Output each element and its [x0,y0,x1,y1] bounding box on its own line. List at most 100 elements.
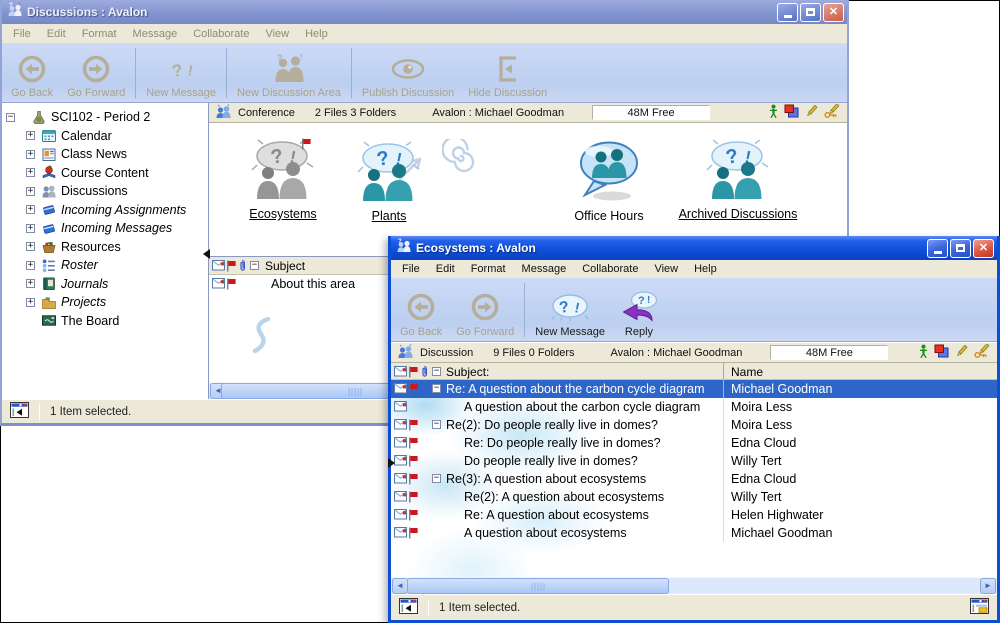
toolbar-button-publish-discussion[interactable]: Publish Discussion [355,44,461,102]
edit-permission-icon[interactable] [955,344,968,361]
info-kind: Discussion [420,347,473,359]
menu-file[interactable]: File [394,261,428,277]
collapse-all-box[interactable]: − [432,367,441,376]
tree-item-projects[interactable]: +Projects [2,293,208,312]
close-button[interactable]: ✕ [823,3,844,22]
tree-item-class-news[interactable]: +Class News [2,145,208,164]
message-row[interactable]: A question about the carbon cycle diagra… [391,398,997,416]
minimize-button[interactable] [927,239,948,258]
collapse-thread-box[interactable]: − [432,420,441,429]
menu-edit[interactable]: Edit [428,261,463,277]
collapse-thread-box[interactable]: − [432,474,441,483]
subject-column-header[interactable]: Subject: [446,365,489,379]
toolbar-button-go-forward[interactable]: Go Forward [449,279,521,341]
pages-icon[interactable] [784,104,799,121]
toggle-left-pane-icon[interactable] [10,402,29,421]
tree-item-discussions[interactable]: +Discussions [2,182,208,201]
toolbar-button-hide-discussion[interactable]: Hide Discussion [461,44,554,102]
menu-format[interactable]: Format [463,261,514,277]
conference-plants[interactable]: ?!Plants [339,141,439,223]
expand-box[interactable]: + [26,150,35,159]
toggle-left-pane-icon[interactable] [399,598,418,617]
collapse-thread-box[interactable]: − [432,384,441,393]
expand-box[interactable]: + [26,279,35,288]
collapse-all-box[interactable]: − [250,261,259,270]
tree-item-incoming-assignments[interactable]: +Incoming Assignments [2,201,208,220]
scroll-left-button[interactable]: ◄ [392,578,408,594]
subject-column-header[interactable]: Subject [265,259,305,273]
expand-box[interactable]: + [26,131,35,140]
menu-edit[interactable]: Edit [39,26,74,42]
toolbar-button-reply[interactable]: ?!Reply [612,279,666,341]
maximize-button[interactable] [950,239,971,258]
menu-help[interactable]: Help [297,26,336,42]
close-button[interactable]: ✕ [973,239,994,258]
minimize-button[interactable] [777,3,798,22]
scroll-right-button[interactable]: ► [980,578,996,594]
toolbar-button-new-message[interactable]: ?!New Message [528,279,612,341]
menu-message[interactable]: Message [125,26,186,42]
toolbar-button-new-discussion-area[interactable]: ?!New Discussion Area [230,44,348,102]
key-permission-icon[interactable] [824,104,841,122]
tree-item-incoming-messages[interactable]: +Incoming Messages [2,219,208,238]
flag-icon [408,383,419,398]
tree-item-the-board[interactable]: The Board [2,312,208,331]
horizontal-scrollbar[interactable]: ◄ ► [391,577,997,594]
titlebar-discussions[interactable]: ?! Discussions : Avalon ✕ [2,0,847,24]
menu-message[interactable]: Message [514,261,575,277]
menu-collaborate[interactable]: Collaborate [574,261,646,277]
message-row[interactable]: A question about ecosystemsMichael Goodm… [391,524,997,542]
key-permission-icon[interactable] [974,344,991,362]
tree-item-journals[interactable]: +Journals [2,275,208,294]
maximize-button[interactable] [800,3,821,22]
message-row[interactable]: Do people really live in domes?Willy Ter… [391,452,997,470]
menu-view[interactable]: View [257,26,297,42]
who-is-online-icon[interactable] [769,104,778,122]
pane-splitter-arrow[interactable] [203,249,210,259]
menu-collaborate[interactable]: Collaborate [185,26,257,42]
who-is-online-icon[interactable] [919,344,928,362]
tree-item-roster[interactable]: +Roster [2,256,208,275]
scrollbar-thumb[interactable] [407,578,669,594]
message-row[interactable]: Re(2): A question about ecosystemsWilly … [391,488,997,506]
message-row[interactable]: Re: Do people really live in domes?Edna … [391,434,997,452]
menu-help[interactable]: Help [686,261,725,277]
message-row-selected[interactable]: −Re: A question about the carbon cycle d… [391,380,997,398]
toolbar-button-go-forward[interactable]: Go Forward [60,44,132,102]
expand-box[interactable]: + [26,224,35,233]
toolbar-button-go-back[interactable]: Go Back [4,44,60,102]
message-row[interactable]: Re: A question about ecosystemsHelen Hig… [391,506,997,524]
expand-box[interactable]: + [26,187,35,196]
titlebar-ecosystems[interactable]: ?! Ecosystems : Avalon ✕ [391,236,997,260]
pages-icon[interactable] [934,344,949,361]
name-column-header[interactable]: Name [723,363,997,379]
menu-file[interactable]: File [5,26,39,42]
message-row[interactable]: −Re(3): A question about ecosystemsEdna … [391,470,997,488]
conference-ecosystems[interactable]: ?!Ecosystems [223,139,343,221]
tree-item-calendar[interactable]: +Calendar [2,127,208,146]
envelope-icon [394,491,407,505]
toolbar-button-go-back[interactable]: Go Back [393,279,449,341]
tree-item-sci102-period-2[interactable]: −SCI102 - Period 2 [2,108,208,127]
edit-permission-icon[interactable] [805,104,818,121]
menubar: FileEditFormatMessageCollaborateViewHelp [2,24,847,43]
menu-view[interactable]: View [646,261,686,277]
expand-box[interactable]: + [26,205,35,214]
expand-box[interactable]: + [26,168,35,177]
conference-office-hours[interactable]: Office Hours [549,139,669,223]
toolbar-button-new-message[interactable]: ?!New Message [139,44,223,102]
collapse-box[interactable]: − [6,113,15,122]
resources-icon [41,239,57,254]
expand-box[interactable]: + [26,298,35,307]
tree-item-resources[interactable]: +Resources [2,238,208,257]
tree-item-course-content[interactable]: +Course Content [2,164,208,183]
list-header[interactable]: − Subject: Name [391,363,997,380]
expand-box[interactable]: + [26,242,35,251]
menu-format[interactable]: Format [74,26,125,42]
svg-text:?: ? [638,295,645,307]
conference-archived-discussions[interactable]: ?!Archived Discussions [653,139,823,221]
toggle-summary-pane-icon[interactable] [970,598,989,617]
pane-splitter-arrow[interactable] [388,458,395,468]
expand-box[interactable]: + [26,261,35,270]
message-row[interactable]: −Re(2): Do people really live in domes?M… [391,416,997,434]
